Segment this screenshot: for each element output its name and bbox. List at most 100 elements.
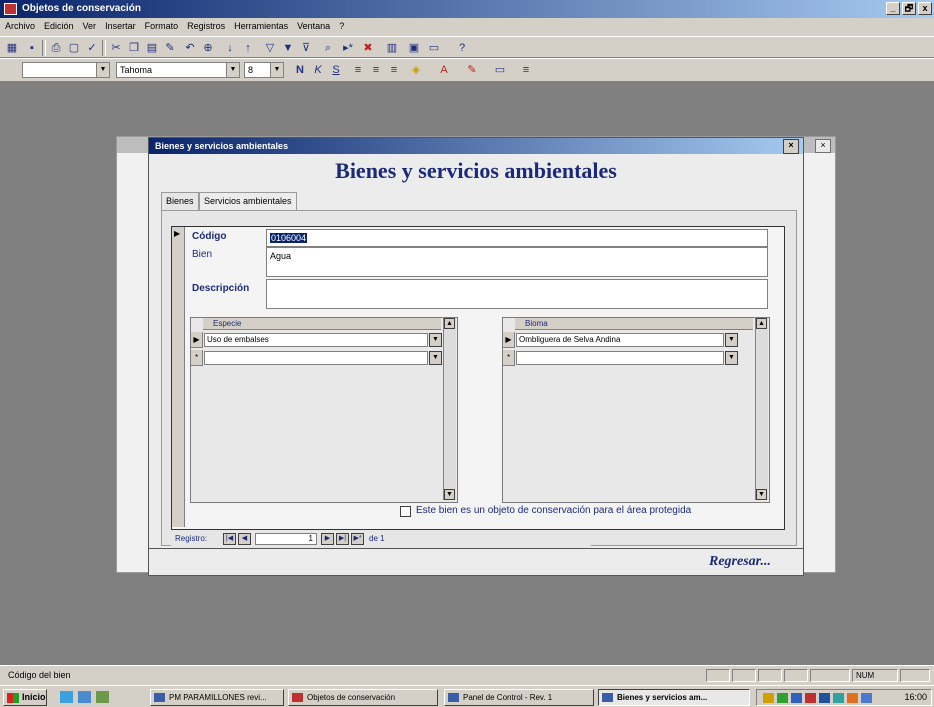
- bioma-cell[interactable]: Ombliguera de Selva Andina: [516, 333, 724, 347]
- line-color-icon[interactable]: ✎: [464, 63, 480, 77]
- tray-icon[interactable]: [861, 693, 872, 703]
- scroll-up-icon[interactable]: ▲: [756, 318, 767, 329]
- properties-icon[interactable]: ▥: [384, 41, 400, 55]
- fill-color-icon[interactable]: ◈: [408, 63, 424, 77]
- tray-icon[interactable]: [777, 693, 788, 703]
- list-item[interactable]: * ▼: [503, 350, 755, 366]
- copy-icon[interactable]: ❐: [126, 41, 142, 55]
- taskbar-item-panel-control[interactable]: Panel de Control - Rev. 1: [444, 689, 594, 706]
- find-icon[interactable]: ⌕: [320, 41, 336, 55]
- especie-cell[interactable]: Uso de embalses: [204, 333, 428, 347]
- desktop-quicklaunch-icon[interactable]: [78, 691, 91, 703]
- taskbar-item-document[interactable]: PM PARAMILLONES revi...: [150, 689, 284, 706]
- new-record-button[interactable]: ▶*: [351, 533, 364, 545]
- first-record-button[interactable]: |◀: [223, 533, 236, 545]
- previous-record-button[interactable]: ◀: [238, 533, 251, 545]
- tab-servicios-ambientales[interactable]: Servicios ambientales: [199, 192, 297, 211]
- taskbar-item-objetos[interactable]: Objetos de conservación: [288, 689, 438, 706]
- chevron-down-icon[interactable]: ▼: [725, 333, 738, 347]
- especie-cell[interactable]: [204, 351, 428, 365]
- save-icon[interactable]: ▪: [24, 41, 40, 55]
- office-assistant-icon[interactable]: ?: [454, 41, 470, 55]
- chevron-down-icon[interactable]: ▼: [429, 351, 442, 365]
- bioma-cell[interactable]: [516, 351, 724, 365]
- current-record-field[interactable]: 1: [255, 533, 317, 545]
- undo-icon[interactable]: ↶: [182, 41, 198, 55]
- align-left-icon[interactable]: ≡: [350, 63, 366, 77]
- chevron-down-icon[interactable]: ▼: [270, 63, 283, 77]
- next-record-button[interactable]: ▶: [321, 533, 334, 545]
- italic-icon[interactable]: K: [310, 63, 326, 77]
- especie-scrollbar[interactable]: ▲ ▼: [443, 318, 456, 500]
- new-row-icon[interactable]: *: [191, 350, 203, 366]
- new-object-icon[interactable]: ▭: [426, 41, 442, 55]
- scroll-down-icon[interactable]: ▼: [444, 489, 455, 500]
- close-button[interactable]: x: [918, 2, 932, 15]
- menu-formato[interactable]: Formato: [140, 18, 183, 31]
- font-size-combo[interactable]: 8 ▼: [244, 62, 284, 78]
- align-right-icon[interactable]: ≡: [386, 63, 402, 77]
- codigo-field[interactable]: 0106004: [266, 229, 768, 247]
- apply-filter-icon[interactable]: ⊽: [298, 41, 314, 55]
- bien-field[interactable]: Agua: [266, 247, 768, 277]
- conservation-object-checkbox[interactable]: [400, 506, 411, 517]
- bioma-column-header[interactable]: Bioma: [515, 318, 753, 330]
- chevron-down-icon[interactable]: ▼: [96, 63, 109, 77]
- access-app-icon[interactable]: [4, 3, 17, 15]
- tray-icon[interactable]: [847, 693, 858, 703]
- insert-hyperlink-icon[interactable]: ⊕: [200, 41, 216, 55]
- new-row-icon[interactable]: *: [503, 350, 515, 366]
- line-width-icon[interactable]: ▭: [492, 63, 508, 77]
- database-window-icon[interactable]: ▣: [406, 41, 422, 55]
- object-combo[interactable]: ▼: [22, 62, 110, 78]
- list-item[interactable]: ▶ Ombliguera de Selva Andina ▼: [503, 332, 755, 348]
- tray-icon[interactable]: [791, 693, 802, 703]
- scroll-up-icon[interactable]: ▲: [444, 318, 455, 329]
- chevron-down-icon[interactable]: ▼: [429, 333, 442, 347]
- print-preview-icon[interactable]: ▢: [66, 41, 82, 55]
- font-combo[interactable]: Tahoma ▼: [116, 62, 240, 78]
- explorer-quicklaunch-icon[interactable]: [96, 691, 109, 703]
- regresar-button[interactable]: Regresar...: [709, 554, 771, 570]
- view-icon[interactable]: ▦: [4, 41, 20, 55]
- bold-icon[interactable]: N: [292, 63, 308, 77]
- tray-icon[interactable]: [819, 693, 830, 703]
- browser-quicklaunch-icon[interactable]: [60, 691, 73, 703]
- last-record-button[interactable]: ▶|: [336, 533, 349, 545]
- font-color-icon[interactable]: A: [436, 63, 452, 77]
- row-selector[interactable]: ▶: [191, 332, 203, 348]
- filter-by-form-icon[interactable]: ▼: [280, 41, 296, 55]
- menu-ventana[interactable]: Ventana: [292, 18, 334, 31]
- chevron-down-icon[interactable]: ▼: [725, 351, 738, 365]
- new-record-icon[interactable]: ▸*: [340, 41, 356, 55]
- minimize-button[interactable]: _: [886, 2, 900, 15]
- spelling-icon[interactable]: ✓: [84, 41, 100, 55]
- sort-descending-icon[interactable]: ↑: [240, 41, 256, 55]
- print-icon[interactable]: ⎙: [48, 41, 64, 55]
- restore-button[interactable]: 🗗: [902, 2, 916, 15]
- start-button[interactable]: Inicio: [3, 689, 47, 706]
- taskbar-item-bienes[interactable]: Bienes y servicios am...: [598, 689, 750, 706]
- menu-edicion[interactable]: Edición: [39, 18, 78, 31]
- tray-icon[interactable]: [763, 693, 774, 703]
- form-close-icon[interactable]: ×: [783, 139, 799, 154]
- align-center-icon[interactable]: ≡: [368, 63, 384, 77]
- tray-icon[interactable]: [805, 693, 816, 703]
- cut-icon[interactable]: ✂: [108, 41, 124, 55]
- tray-icon[interactable]: [833, 693, 844, 703]
- paste-icon[interactable]: ▤: [144, 41, 160, 55]
- menu-help[interactable]: ?: [334, 18, 348, 31]
- special-effect-icon[interactable]: ≡: [518, 63, 534, 77]
- scroll-down-icon[interactable]: ▼: [756, 489, 767, 500]
- menu-registros[interactable]: Registros: [182, 18, 229, 31]
- bioma-scrollbar[interactable]: ▲ ▼: [755, 318, 768, 500]
- record-selector[interactable]: ▶: [172, 227, 185, 527]
- format-painter-icon[interactable]: ✎: [162, 41, 178, 55]
- list-item[interactable]: ▶ Uso de embalses ▼: [191, 332, 443, 348]
- row-selector[interactable]: ▶: [503, 332, 515, 348]
- menu-herramientas[interactable]: Herramientas: [229, 18, 292, 31]
- list-item[interactable]: * ▼: [191, 350, 443, 366]
- underline-icon[interactable]: S: [328, 63, 344, 77]
- close-icon[interactable]: ×: [815, 139, 831, 153]
- chevron-down-icon[interactable]: ▼: [226, 63, 239, 77]
